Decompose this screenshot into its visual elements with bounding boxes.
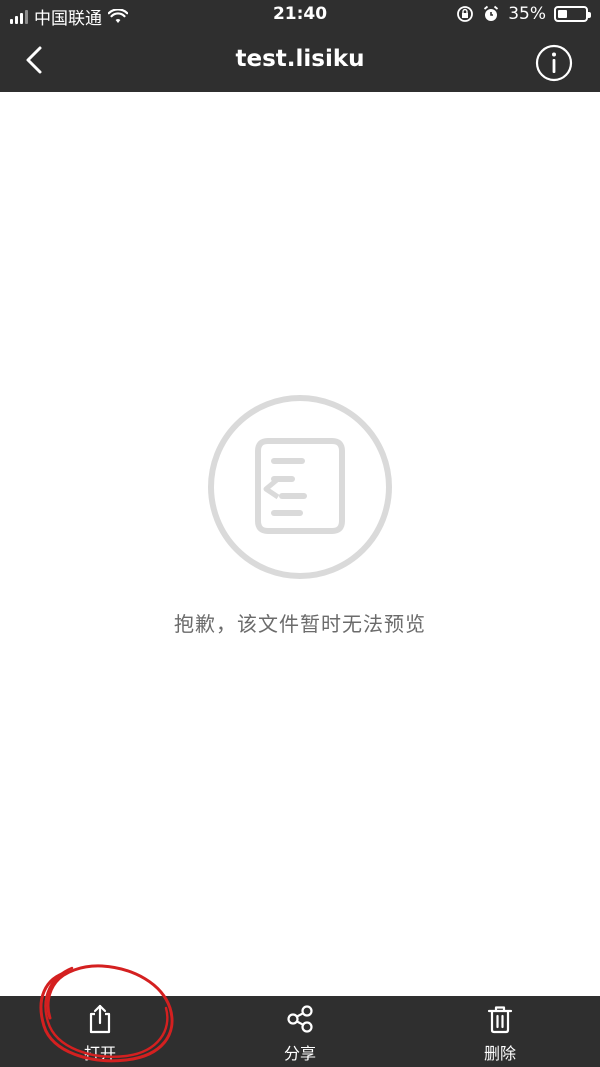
file-document-icon	[208, 395, 392, 579]
orientation-lock-icon	[457, 6, 474, 22]
open-button[interactable]: 打开	[40, 1004, 160, 1064]
info-button[interactable]	[534, 43, 574, 83]
top-bar: 中国联通 21:40 35% test.lisiku	[0, 0, 600, 92]
delete-button[interactable]: 删除	[440, 1004, 560, 1064]
share-label: 分享	[283, 1044, 316, 1063]
share-open-icon	[89, 1004, 111, 1034]
share-nodes-icon	[287, 1005, 313, 1033]
delete-label: 删除	[483, 1044, 516, 1063]
preview-area: 抱歉，该文件暂时无法预览	[0, 92, 600, 996]
status-right: 35%	[456, 4, 591, 24]
battery-percent: 35%	[508, 4, 546, 24]
trash-icon	[487, 1006, 513, 1034]
battery-icon	[554, 6, 591, 22]
open-label: 打开	[83, 1044, 116, 1063]
status-bar: 中国联通 21:40 35%	[0, 0, 600, 30]
alarm-icon	[484, 5, 499, 21]
preview-unavailable-message: 抱歉，该文件暂时无法预览	[174, 612, 426, 636]
battery-level	[558, 10, 567, 18]
navigation-bar: test.lisiku	[0, 30, 600, 92]
share-button[interactable]: 分享	[240, 1004, 360, 1064]
page-title: test.lisiku	[235, 46, 365, 72]
bottom-toolbar: 打开 分享 删除	[0, 996, 600, 1067]
